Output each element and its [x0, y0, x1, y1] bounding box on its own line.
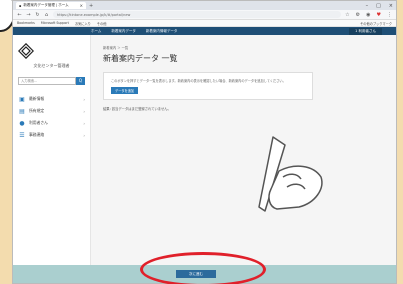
menu-item-news-info[interactable]: 新着案内情報データ — [146, 29, 178, 34]
close-tab-icon[interactable]: × — [80, 3, 83, 8]
back-icon[interactable]: ← — [17, 12, 22, 18]
minimize-icon[interactable]: – — [366, 3, 369, 9]
sidebar-item-users[interactable]: ● 利用者さん › — [18, 117, 85, 129]
menu-lines-icon: ☰ — [19, 131, 25, 139]
sidebar-search: 入力検索... Q — [18, 77, 85, 85]
close-window-icon[interactable]: × — [389, 3, 393, 9]
sidebar: 文化センター管理者 入力検索... Q ▣ 最新情報 › ▤ 所有規定 › ● … — [13, 35, 91, 267]
sidebar-item-label: 事務連絡 — [29, 132, 45, 137]
sidebar-item-label: 所有規定 — [29, 108, 45, 113]
address-bar: ← → ↻ ⌂ https://kintone.example.jp/k/#/p… — [13, 10, 396, 20]
heart-icon[interactable]: ♥ — [377, 12, 381, 18]
result-message: 結果: 該当データはまだ登録されていません。 — [103, 107, 171, 111]
bookmark-item[interactable]: Microsoft Support — [41, 21, 69, 25]
info-text: このボタンを押すとデータ一覧を表示します。新着案内の表示を確認したい場合、新着案… — [111, 79, 286, 83]
pointing-hand-icon — [258, 136, 323, 212]
browser-tab[interactable]: ▪ 新着案内データ管理 | ホーム × — [16, 2, 86, 9]
forward-icon[interactable]: → — [26, 12, 31, 18]
other-bookmarks[interactable]: その他のブックマーク — [360, 21, 392, 26]
search-button[interactable]: Q — [76, 77, 85, 85]
url-input[interactable]: https://kintone.example.jp/k/#/portal/ne… — [53, 11, 342, 18]
sidebar-item-notices[interactable]: ☰ 事務連絡 › — [18, 129, 85, 141]
tab-bar: ▪ 新着案内データ管理 | ホーム × + – □ × — [13, 1, 396, 10]
reload-icon[interactable]: ↻ — [35, 12, 40, 18]
menu-item-home[interactable]: ホーム — [91, 29, 101, 34]
sidebar-item-label: 最新情報 — [29, 96, 45, 101]
bookmark-item[interactable]: その他 — [97, 21, 107, 26]
bookmark-item[interactable]: お気に入り — [75, 21, 91, 26]
chevron-right-icon: › — [83, 132, 85, 138]
profile-icon[interactable]: ◉ — [366, 12, 370, 18]
extension-icon[interactable]: ⚙ — [356, 12, 360, 18]
sidebar-item-latest[interactable]: ▣ 最新情報 › — [18, 93, 85, 105]
page-title: 新着案内データ 一覧 — [103, 54, 178, 63]
logo-icon — [17, 42, 35, 60]
chevron-right-icon: › — [83, 108, 85, 114]
list-icon: ▤ — [19, 107, 25, 115]
chevron-right-icon: › — [83, 96, 85, 102]
star-icon[interactable]: ☆ — [345, 12, 349, 18]
user-icon: ● — [19, 119, 25, 127]
search-input[interactable]: 入力検索... — [18, 77, 76, 85]
menu-icon[interactable]: ⋮ — [387, 12, 392, 18]
sidebar-item-rules[interactable]: ▤ 所有規定 › — [18, 105, 85, 117]
url-text: https://kintone.example.jp/k/#/portal/ne… — [57, 12, 131, 17]
bookmark-item[interactable]: Bookmarks — [17, 21, 35, 25]
org-name: 文化センター管理者 — [33, 63, 70, 68]
document-icon: ▣ — [19, 95, 25, 103]
breadcrumb: 新着案内 ＞ 一覧 — [103, 46, 129, 50]
info-panel: このボタンを押すとデータ一覧を表示します。新着案内の表示を確認したい場合、新着案… — [103, 72, 313, 100]
browser-toolbar: ☆ ⚙ ◉ ♥ ⋮ — [345, 12, 392, 18]
bookmarks-bar: Bookmarks Microsoft Support お気に入り その他 その… — [13, 20, 396, 27]
tab-title: 新着案内データ管理 | ホーム — [23, 3, 69, 7]
favicon-icon: ▪ — [19, 3, 22, 8]
sidebar-item-label: 利用者さん — [29, 120, 48, 125]
home-icon[interactable]: ⌂ — [44, 12, 49, 18]
highlight-oval — [140, 252, 266, 284]
app-header: ホーム 新着案内データ 新着案内情報データ 1 利用者さん — [13, 27, 396, 35]
new-tab-icon[interactable]: + — [89, 3, 93, 9]
user-menu[interactable]: 1 利用者さん — [349, 27, 382, 35]
app-menu: ホーム 新着案内データ 新着案内情報データ — [91, 29, 177, 34]
menu-item-news[interactable]: 新着案内データ — [111, 29, 136, 34]
maximize-icon[interactable]: □ — [376, 3, 381, 9]
add-data-button[interactable]: データを追加 — [111, 87, 139, 94]
window-controls: – □ × — [366, 3, 393, 9]
browser-window: ▪ 新着案内データ管理 | ホーム × + – □ × ← → ↻ ⌂ http… — [12, 0, 397, 284]
chevron-right-icon: › — [83, 120, 85, 126]
app-layout: 文化センター管理者 入力検索... Q ▣ 最新情報 › ▤ 所有規定 › ● … — [13, 35, 396, 267]
